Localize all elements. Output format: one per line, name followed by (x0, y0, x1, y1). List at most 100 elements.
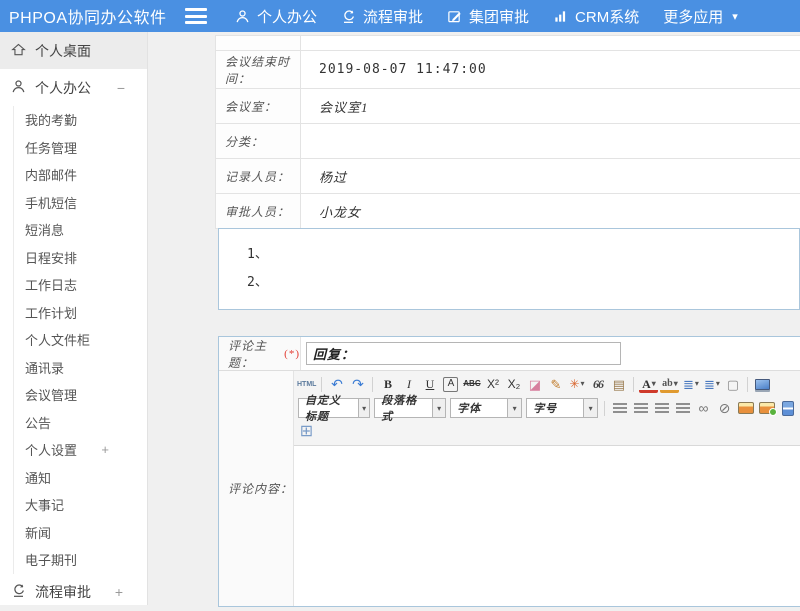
meeting-detail-table: 会议结束时间： 2019-08-07 11:47:00 会议室： 会议室1 分类… (215, 35, 800, 229)
editor-content-area[interactable] (294, 446, 800, 606)
sidebar-item-work-plan[interactable]: 工作计划 (14, 299, 147, 327)
nav-workflow-approval[interactable]: 流程审批 (341, 6, 423, 27)
align-center-icon[interactable] (631, 399, 650, 418)
font-family-select[interactable]: 字体▾ (450, 398, 522, 418)
field-label: 评论主题： (228, 337, 281, 371)
comment-subject-row: 评论主题：(*) (219, 337, 800, 371)
chevron-down-icon: ▾ (716, 380, 720, 388)
chevron-down-icon: ▾ (580, 380, 584, 388)
table-row-category: 分类： (216, 124, 800, 159)
undo-icon[interactable]: ↶ (327, 375, 346, 394)
new-page-icon[interactable]: ▢ (723, 375, 742, 394)
meeting-minutes-box: 1、 2、 (218, 228, 800, 310)
insert-table-icon[interactable]: ⊞ (297, 423, 316, 442)
sidebar-item-announcement[interactable]: 公告 (14, 409, 147, 437)
insert-media-icon[interactable] (778, 399, 797, 418)
sidebar-item-label: 通知 (25, 468, 51, 487)
remove-link-icon[interactable]: ⊘ (715, 399, 734, 418)
superscript-icon[interactable]: X² (483, 375, 502, 394)
align-left-icon[interactable] (610, 399, 629, 418)
expand-icon[interactable]: + (101, 442, 109, 457)
ordered-list-icon[interactable]: ≣▾ (681, 375, 700, 394)
underline-icon[interactable]: U (420, 375, 439, 394)
remove-format-icon[interactable]: ◪ (525, 375, 544, 394)
paste-icon[interactable]: ▤ (609, 375, 628, 394)
sidebar-item-label: 个人设置 (25, 440, 77, 459)
table-row-partial (216, 36, 800, 51)
app-logo: PHPOA协同办公软件 (0, 4, 185, 28)
strikethrough-icon[interactable]: ABC (462, 375, 481, 394)
nav-label: 流程审批 (363, 6, 423, 27)
highlight-color-icon[interactable]: ab▾ (660, 378, 679, 393)
chevron-down-icon: ▾ (358, 399, 369, 417)
nav-more-apps[interactable]: 更多应用 ▾ (663, 6, 738, 27)
nav-crm-system[interactable]: CRM系统 (553, 6, 639, 27)
sidebar-item-personal-files[interactable]: 个人文件柜 (14, 326, 147, 354)
sidebar-item-notice[interactable]: 通知 (14, 464, 147, 492)
chevron-down-icon: ▾ (432, 399, 445, 417)
expand-icon[interactable]: + (115, 584, 123, 600)
sidebar-item-personal-office[interactable]: 个人办公 − (0, 69, 147, 106)
collapse-icon[interactable]: − (117, 80, 125, 96)
sidebar-item-label: 手机短信 (25, 193, 77, 212)
sidebar-item-personal-desktop[interactable]: 个人桌面 (0, 32, 147, 69)
comment-form-table: 评论主题：(*) 评论内容： HTML ↶ ↷ B (218, 336, 800, 607)
table-row-recorder: 记录人员： 杨过 (216, 159, 800, 194)
sidebar-item-sms[interactable]: 手机短信 (14, 189, 147, 217)
top-navigation-bar: PHPOA协同办公软件 个人办公 流程审批 集团审批 CRM系统 更多应用 ▾ (0, 0, 800, 32)
sidebar-item-news[interactable]: 新闻 (14, 519, 147, 547)
align-right-icon[interactable] (652, 399, 671, 418)
quick-format-icon[interactable]: ✳▾ (567, 375, 586, 394)
html-source-button[interactable]: HTML (297, 375, 316, 394)
table-row-approver: 审批人员： 小龙女 (216, 194, 800, 229)
comment-subject-input[interactable] (306, 342, 621, 365)
nav-personal-office[interactable]: 个人办公 (235, 6, 317, 27)
font-size-select[interactable]: 字号▾ (526, 398, 598, 418)
redo-icon[interactable]: ↷ (348, 375, 367, 394)
unordered-list-icon[interactable]: ≣▾ (702, 375, 721, 394)
italic-icon[interactable]: I (399, 375, 418, 394)
sidebar-item-e-journal[interactable]: 电子期刊 (14, 546, 147, 574)
workflow-icon (341, 9, 356, 24)
nav-group-approval[interactable]: 集团审批 (447, 6, 529, 27)
sidebar-item-internal-mail[interactable]: 内部邮件 (14, 161, 147, 189)
custom-heading-select[interactable]: 自定义标题▾ (298, 398, 370, 418)
sidebar-item-contacts[interactable]: 通讯录 (14, 354, 147, 382)
sidebar-item-meeting-management[interactable]: 会议管理 (14, 381, 147, 409)
field-label: 评论内容： (228, 480, 293, 497)
fullscreen-icon[interactable] (753, 375, 772, 394)
sidebar-item-personal-settings[interactable]: 个人设置 + (14, 436, 147, 464)
person-icon (11, 79, 26, 97)
table-row-meeting-room: 会议室： 会议室1 (216, 89, 800, 124)
sidebar-item-work-diary[interactable]: 工作日志 (14, 271, 147, 299)
font-style-icon[interactable]: A (443, 377, 458, 392)
field-label: 记录人员： (216, 159, 301, 193)
sidebar-item-schedule[interactable]: 日程安排 (14, 244, 147, 272)
blockquote-icon[interactable]: 66 (588, 375, 607, 394)
sidebar-item-memorabilia[interactable]: 大事记 (14, 491, 147, 519)
sidebar-item-label: 电子期刊 (25, 550, 77, 569)
justify-icon[interactable] (673, 399, 692, 418)
sidebar-item-label: 流程审批 (35, 582, 91, 602)
upload-image-icon[interactable] (757, 399, 776, 418)
hamburger-menu-icon[interactable] (185, 8, 207, 24)
sidebar-submenu: 我的考勤 任务管理 内部邮件 手机短信 短消息 日程安排 工作日志 工作计划 个… (13, 106, 147, 574)
chevron-down-icon: ▾ (674, 379, 678, 388)
font-color-icon[interactable]: A▾ (639, 378, 658, 393)
home-icon (11, 42, 26, 60)
insert-image-icon[interactable] (736, 399, 755, 418)
field-label: 会议结束时间： (216, 51, 301, 88)
sidebar-item-task-management[interactable]: 任务管理 (14, 134, 147, 162)
format-brush-icon[interactable]: ✎ (546, 375, 565, 394)
field-value: 小龙女 (301, 194, 800, 228)
main-nav: 个人办公 流程审批 集团审批 CRM系统 更多应用 ▾ (235, 6, 738, 27)
subscript-icon[interactable]: X₂ (504, 375, 523, 394)
bold-icon[interactable]: B (378, 375, 397, 394)
sidebar-item-my-attendance[interactable]: 我的考勤 (14, 106, 147, 134)
nav-label: CRM系统 (575, 6, 639, 27)
sidebar-item-label: 个人文件柜 (25, 330, 90, 349)
insert-link-icon[interactable]: ∞ (694, 399, 713, 418)
paragraph-format-select[interactable]: 段落格式▾ (374, 398, 446, 418)
comment-content-row: 评论内容： HTML ↶ ↷ B I U A ABC (219, 371, 800, 606)
sidebar-item-short-message[interactable]: 短消息 (14, 216, 147, 244)
